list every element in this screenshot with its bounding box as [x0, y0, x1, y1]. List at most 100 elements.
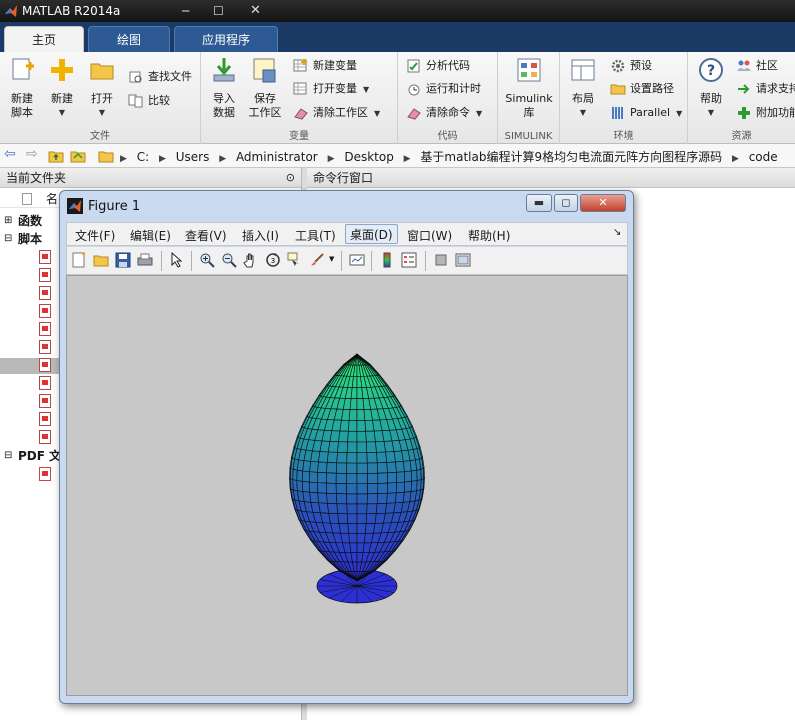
legend-icon[interactable] [401, 252, 417, 268]
surface-patch [356, 409, 366, 421]
script-file-icon[interactable] [39, 412, 51, 426]
run-and-time-button[interactable]: 运行和计时 [406, 80, 481, 98]
dock-arrow-icon[interactable]: ↘ [613, 227, 621, 238]
up-folder-icon[interactable] [48, 148, 64, 164]
clear-commands-button[interactable]: 清除命令 ▼ [406, 104, 482, 122]
show-plot-tools-icon[interactable] [455, 252, 471, 268]
simulink-library-button[interactable]: Simulink 库 [504, 56, 554, 120]
minimize-icon[interactable]: ─ [182, 4, 189, 18]
community-button[interactable]: 社区 [736, 57, 778, 75]
pdf-file-icon[interactable] [39, 467, 51, 481]
variable-group: 导入 数据 保存 工作区 新建变量 打开变量 ▼ 清除工作区 ▼ 变量 [201, 52, 398, 144]
preferences-button[interactable]: 预设 [610, 57, 652, 75]
help-button[interactable]: ? 帮助 ▼ [696, 56, 726, 120]
analyze-code-button[interactable]: 分析代码 [406, 57, 470, 75]
surface-patch [350, 387, 358, 399]
browse-folder-icon[interactable] [70, 148, 86, 164]
print-icon[interactable] [137, 252, 153, 268]
script-file-icon[interactable] [39, 322, 51, 336]
tree-section-functions[interactable]: ⊞ 函数 [0, 212, 60, 230]
menu-file[interactable]: 文件(F) [75, 227, 115, 244]
data-cursor-icon[interactable] [287, 252, 303, 268]
breadcrumb-item[interactable]: 基于matlab编程计算9格均匀电流面元阵方向图程序源码 [420, 150, 722, 164]
script-file-icon[interactable] [39, 304, 51, 318]
collapse-icon[interactable]: ⊟ [4, 447, 12, 465]
save-icon[interactable] [115, 252, 131, 268]
figure-maximize-button[interactable]: ◻ [554, 194, 578, 212]
surface-patch [386, 461, 397, 474]
collapse-icon[interactable]: ⊟ [4, 230, 12, 248]
plot-canvas[interactable] [66, 275, 628, 696]
script-file-icon[interactable] [39, 268, 51, 282]
menu-edit[interactable]: 编辑(E) [130, 227, 171, 244]
breadcrumb-item[interactable]: C: [137, 150, 149, 164]
surface-patch [404, 470, 412, 483]
select-arrow-icon[interactable] [169, 252, 185, 268]
zoom-in-icon[interactable] [199, 252, 215, 268]
figure-close-button[interactable]: ✕ [580, 194, 626, 212]
script-file-icon[interactable] [39, 376, 51, 390]
new-variable-button[interactable]: 新建变量 [293, 57, 357, 75]
set-path-button[interactable]: 设置路径 [610, 80, 674, 98]
open-variable-button[interactable]: 打开变量 ▼ [293, 80, 369, 98]
script-file-icon[interactable] [39, 394, 51, 408]
figure-minimize-button[interactable]: ▬ [526, 194, 552, 212]
script-file-icon[interactable] [39, 430, 51, 444]
clear-workspace-button[interactable]: 清除工作区 ▼ [293, 104, 380, 122]
selected-row-highlight[interactable] [0, 358, 60, 374]
brush-icon[interactable] [309, 252, 325, 268]
expand-icon[interactable]: ⊞ [4, 212, 12, 230]
script-file-icon[interactable] [39, 340, 51, 354]
open-button[interactable]: 打开 ▼ [88, 56, 116, 120]
new-script-button[interactable]: 新建 脚本 [6, 56, 38, 120]
breadcrumb-item[interactable]: Administrator [236, 150, 318, 164]
script-file-icon[interactable] [39, 286, 51, 300]
addons-button[interactable]: 附加功能 [736, 104, 795, 122]
zoom-out-icon[interactable] [221, 252, 237, 268]
maximize-icon[interactable]: ☐ [213, 4, 224, 18]
tab-home[interactable]: 主页 [4, 26, 84, 52]
script-file-icon[interactable] [39, 250, 51, 264]
tree-section-scripts[interactable]: ⊟ 脚本 [0, 230, 60, 248]
back-icon[interactable]: ⇦ [4, 146, 16, 162]
request-support-button[interactable]: 请求支持 [736, 80, 795, 98]
figure-window[interactable]: Figure 1 ▬ ◻ ✕ 文件(F) 编辑(E) 查看(V) 插入(I) 工… [59, 190, 634, 704]
tree-section-pdf[interactable]: ⊟ PDF 文 [0, 447, 61, 465]
breadcrumb-item[interactable]: Users [176, 150, 210, 164]
layout-button[interactable]: 布局 ▼ [568, 56, 598, 120]
close-icon[interactable]: ✕ [250, 3, 261, 18]
save-workspace-button[interactable]: 保存 工作区 [247, 56, 283, 120]
parallel-button[interactable]: Parallel ▼ [610, 104, 682, 122]
run-time-icon [408, 84, 420, 96]
tab-plots[interactable]: 绘图 [88, 26, 170, 52]
tab-apps[interactable]: 应用程序 [174, 26, 278, 52]
panel-menu-icon[interactable]: ⊙ [286, 168, 295, 188]
menu-help[interactable]: 帮助(H) [468, 227, 510, 244]
pan-hand-icon[interactable] [243, 252, 259, 268]
breadcrumb-item[interactable]: code [749, 150, 778, 164]
script-file-icon[interactable] [39, 358, 51, 372]
menu-insert[interactable]: 插入(I) [242, 227, 279, 244]
hide-plot-tools-icon[interactable] [433, 252, 449, 268]
resources-group: ? 帮助 ▼ 社区 请求支持 附加功能 资源 [688, 52, 795, 144]
new-button[interactable]: 新建 ▼ [48, 56, 76, 120]
menu-view[interactable]: 查看(V) [185, 227, 227, 244]
find-files-button[interactable]: 查找文件 [128, 68, 192, 86]
breadcrumb-item[interactable]: Desktop [344, 150, 394, 164]
radiation-pattern-plot[interactable] [67, 276, 629, 697]
open-file-icon[interactable] [93, 252, 109, 268]
chevron-down-icon[interactable]: ▼ [329, 255, 334, 263]
compare-button[interactable]: 比较 [128, 92, 170, 110]
import-data-button[interactable]: 导入 数据 [209, 56, 239, 120]
surface-patch [296, 469, 304, 482]
rotate-3d-icon[interactable]: 3 [265, 252, 281, 268]
menu-tools[interactable]: 工具(T) [295, 227, 336, 244]
menu-desktop[interactable]: 桌面(D) [345, 224, 398, 244]
forward-icon[interactable]: ⇨ [26, 146, 38, 162]
colorbar-icon[interactable] [379, 252, 395, 268]
surface-patch [356, 462, 368, 474]
link-plot-icon[interactable] [349, 252, 365, 268]
new-figure-icon[interactable] [71, 252, 87, 268]
surface-patch [318, 502, 330, 514]
menu-window[interactable]: 窗口(W) [407, 227, 452, 244]
